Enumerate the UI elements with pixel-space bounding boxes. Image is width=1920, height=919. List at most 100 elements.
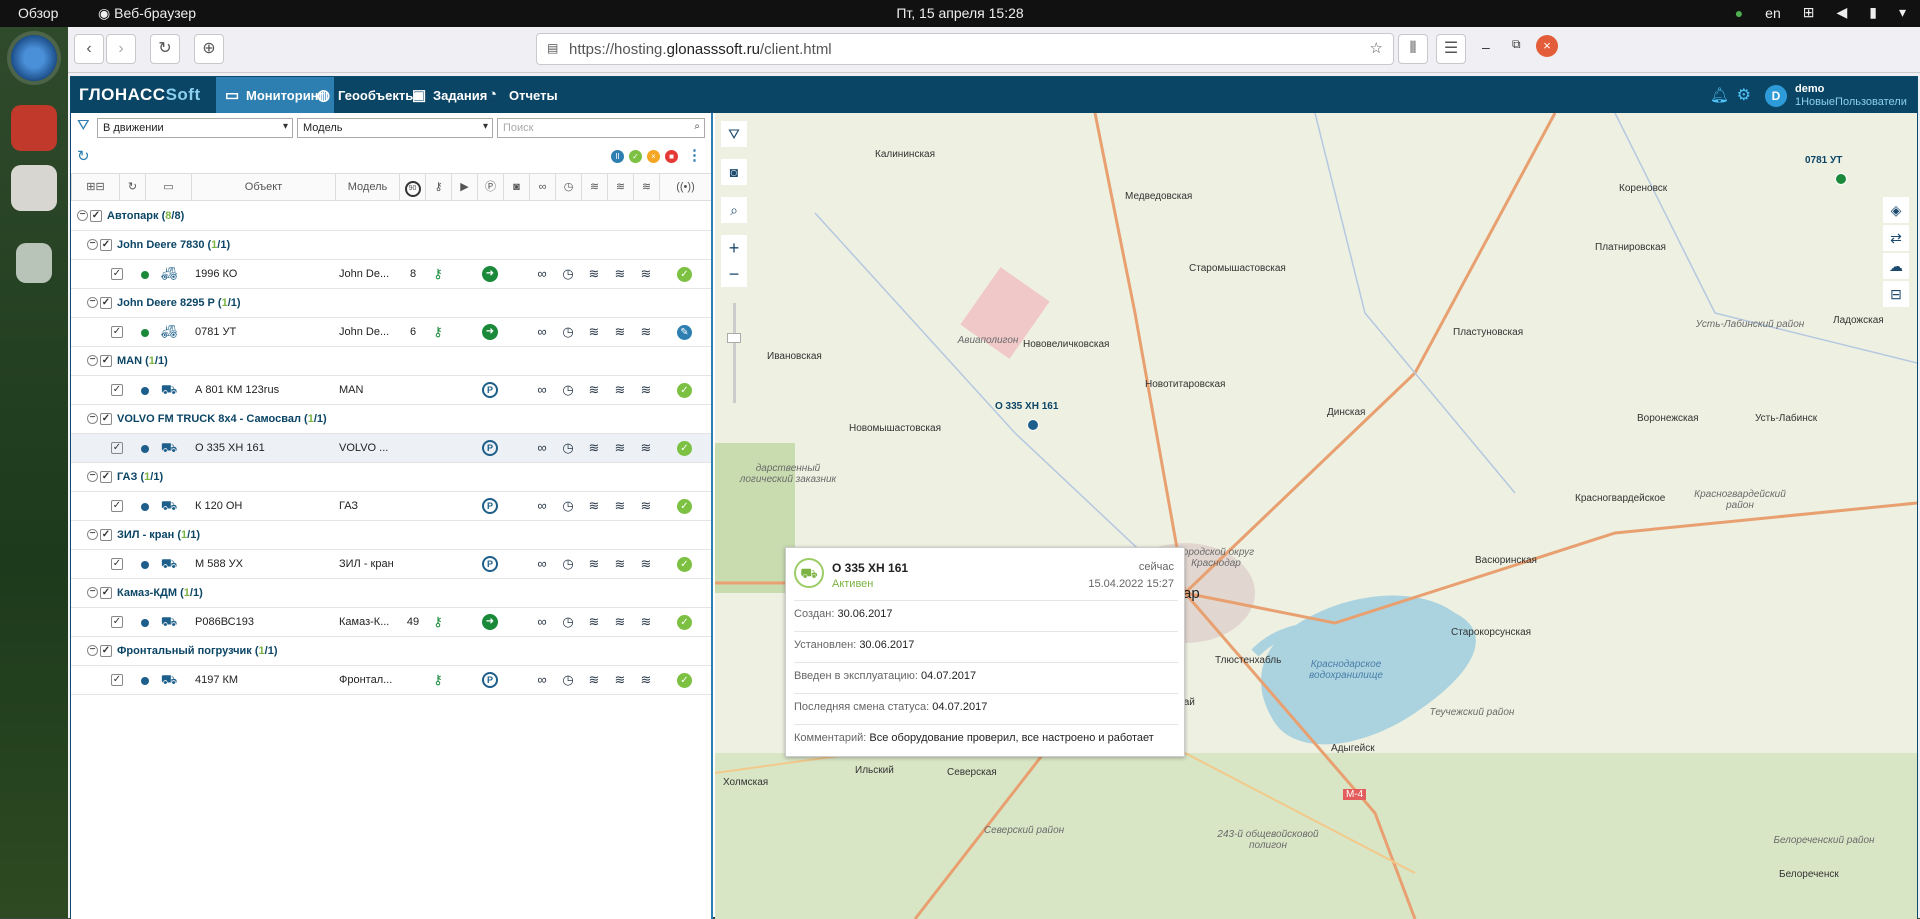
- office-launcher-icon[interactable]: [11, 105, 57, 151]
- library-button[interactable]: ⫴: [1398, 34, 1428, 64]
- map-cloud-icon[interactable]: ☁: [1883, 253, 1909, 279]
- track-icon[interactable]: ≋: [586, 672, 602, 688]
- collapse-toggle-icon[interactable]: −: [87, 529, 98, 540]
- menu-reports[interactable]: ◔ Отчеты: [479, 77, 568, 113]
- user-menu[interactable]: D demo 1НовыеПользователи: [1765, 83, 1907, 109]
- map-filter-icon[interactable]: ⛛: [721, 121, 747, 147]
- route-column-icon[interactable]: ≋: [607, 174, 633, 201]
- object-checkbox[interactable]: ✓: [111, 384, 123, 396]
- more-vertical-icon[interactable]: ⋮: [687, 146, 702, 164]
- ok-status-icon[interactable]: ✓: [677, 557, 692, 572]
- reload-button[interactable]: ↻: [150, 34, 180, 64]
- zoom-slider[interactable]: [733, 303, 736, 403]
- pause-filter-icon[interactable]: II: [611, 150, 624, 163]
- table-row[interactable]: ✓ ⛟ О 335 ХН 161 VOLVO ... P ∞ ◷ ≋ ≋ ≋ ✓: [71, 434, 711, 463]
- collapse-toggle-icon[interactable]: −: [87, 413, 98, 424]
- forward-button[interactable]: ›: [106, 34, 136, 64]
- binoculars-icon[interactable]: ∞: [534, 382, 550, 398]
- refresh-icon[interactable]: ↻: [77, 147, 90, 165]
- search-input[interactable]: Поиск ⌕: [497, 118, 705, 138]
- map-transfer-icon[interactable]: ⇄: [1883, 225, 1909, 251]
- parking-status-icon[interactable]: P: [482, 556, 498, 572]
- history-icon[interactable]: ◷: [560, 382, 576, 398]
- object-checkbox[interactable]: ✓: [111, 616, 123, 628]
- binoculars-icon[interactable]: ∞: [534, 440, 550, 456]
- bookmark-star-icon[interactable]: ☆: [1370, 39, 1383, 57]
- group-checkbox[interactable]: ✓: [90, 210, 102, 222]
- history-icon[interactable]: ◷: [560, 614, 576, 630]
- history-icon[interactable]: ◷: [560, 672, 576, 688]
- signal-column-icon[interactable]: ((•)): [659, 174, 711, 201]
- route-icon[interactable]: ≋: [612, 382, 628, 398]
- map-search-icon[interactable]: ⌕: [721, 197, 747, 223]
- track-icon[interactable]: ≋: [586, 498, 602, 514]
- moving-status-icon[interactable]: ➜: [482, 614, 498, 630]
- hamburger-menu-button[interactable]: ☰: [1436, 34, 1466, 64]
- map-ruler-icon[interactable]: ⊟: [1883, 281, 1909, 307]
- history-icon[interactable]: ◷: [560, 498, 576, 514]
- object-checkbox[interactable]: ✓: [111, 268, 123, 280]
- volume-icon[interactable]: ◀: [1836, 4, 1847, 21]
- network-icon[interactable]: ⊞: [1803, 4, 1815, 21]
- sensor-icon[interactable]: ≋: [638, 382, 654, 398]
- route-icon[interactable]: ≋: [612, 266, 628, 282]
- history-column-icon[interactable]: ◷: [555, 174, 581, 201]
- ok-status-icon[interactable]: ✓: [677, 441, 692, 456]
- binoculars-icon[interactable]: ∞: [534, 324, 550, 340]
- browser-launcher-icon[interactable]: [11, 35, 57, 81]
- track-icon[interactable]: ≋: [586, 614, 602, 630]
- object-column-header[interactable]: Объект: [191, 174, 335, 201]
- collapse-toggle-icon[interactable]: −: [87, 587, 98, 598]
- route-icon[interactable]: ≋: [612, 672, 628, 688]
- collapse-toggle-icon[interactable]: −: [87, 471, 98, 482]
- vehicle-column-icon[interactable]: ▭: [145, 174, 191, 201]
- edit-status-icon[interactable]: ✎: [677, 325, 692, 340]
- group-row[interactable]: − ✓ ГАЗ (1/1): [71, 463, 711, 492]
- group-checkbox[interactable]: ✓: [100, 355, 112, 367]
- refresh-column-icon[interactable]: ↻: [119, 174, 145, 201]
- moving-status-icon[interactable]: ➜: [482, 266, 498, 282]
- group-checkbox[interactable]: ✓: [100, 297, 112, 309]
- binoculars-icon[interactable]: ∞: [534, 614, 550, 630]
- speed-column-icon[interactable]: 90: [399, 174, 425, 201]
- table-row[interactable]: ✓ ⛟ К 120 ОН ГАЗ P ∞ ◷ ≋ ≋ ≋ ✓: [71, 492, 711, 521]
- binoculars-icon[interactable]: ∞: [534, 672, 550, 688]
- marker-label[interactable]: 0781 УТ: [1805, 155, 1842, 166]
- group-checkbox[interactable]: ✓: [100, 587, 112, 599]
- sensor-icon[interactable]: ≋: [638, 614, 654, 630]
- group-row[interactable]: − ✓ VOLVO FM TRUCK 8x4 - Самосвал (1/1): [71, 405, 711, 434]
- new-tab-button[interactable]: ⊕: [194, 34, 224, 64]
- ok-status-icon[interactable]: ✓: [677, 673, 692, 688]
- sensor-icon[interactable]: ≋: [638, 556, 654, 572]
- power-menu-icon[interactable]: ▾: [1899, 4, 1906, 21]
- sensor-column-icon[interactable]: ≋: [633, 174, 659, 201]
- object-checkbox[interactable]: ✓: [111, 326, 123, 338]
- activities-button[interactable]: Обзор: [18, 5, 58, 21]
- history-icon[interactable]: ◷: [560, 324, 576, 340]
- sensor-icon[interactable]: ≋: [638, 324, 654, 340]
- ok-status-icon[interactable]: ✓: [677, 383, 692, 398]
- maximize-button[interactable]: ⧉: [1512, 37, 1521, 52]
- ignition-key-column-icon[interactable]: ⚷: [425, 174, 451, 201]
- group-row[interactable]: − ✓ MAN (1/1): [71, 347, 711, 376]
- update-icon[interactable]: ●: [1735, 5, 1743, 21]
- vehicle-marker-icon[interactable]: [1027, 419, 1039, 431]
- collapse-toggle-icon[interactable]: −: [87, 645, 98, 656]
- close-button[interactable]: ×: [1536, 35, 1558, 57]
- group-row[interactable]: − ✓ Камаз-КДМ (1/1): [71, 579, 711, 608]
- map[interactable]: Калининская Медведовская Кореновск Платниро…: [715, 113, 1917, 919]
- group-row[interactable]: − ✓ ЗИЛ - кран (1/1): [71, 521, 711, 550]
- route-icon[interactable]: ≋: [612, 324, 628, 340]
- sensor-icon[interactable]: ≋: [638, 672, 654, 688]
- zoom-in-button[interactable]: +: [721, 235, 747, 261]
- battery-icon[interactable]: ▮: [1869, 4, 1877, 21]
- track-icon[interactable]: ≋: [586, 556, 602, 572]
- site-info-icon[interactable]: ▤: [547, 41, 558, 55]
- ignition-key-icon[interactable]: ⚷: [430, 324, 446, 340]
- group-checkbox[interactable]: ✓: [100, 239, 112, 251]
- group-row[interactable]: − ✓ John Deere 8295 Р (1/1): [71, 289, 711, 318]
- ignition-key-icon[interactable]: ⚷: [430, 614, 446, 630]
- parking-status-icon[interactable]: P: [482, 498, 498, 514]
- sensor-icon[interactable]: ≋: [638, 498, 654, 514]
- parking-column-icon[interactable]: Ⓟ: [477, 174, 503, 201]
